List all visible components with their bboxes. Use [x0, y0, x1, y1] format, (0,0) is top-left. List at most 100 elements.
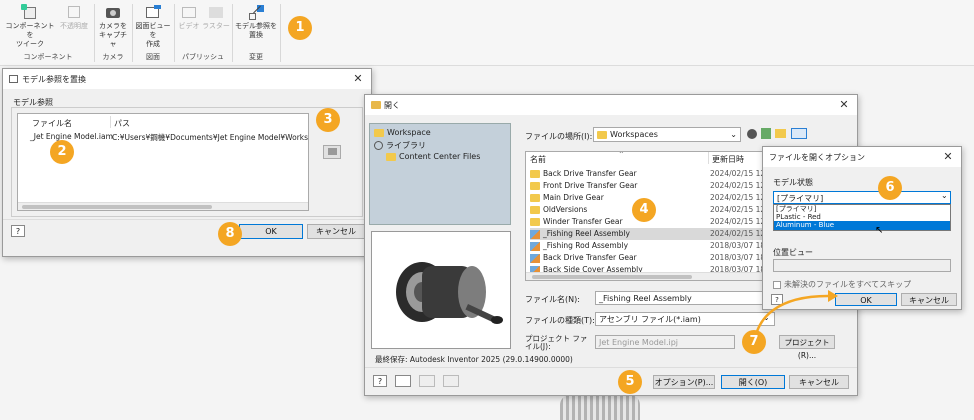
- location-value: Workspaces: [610, 130, 658, 139]
- list-item[interactable]: Back Drive Transfer Gear 2018/03/07 18:: [530, 252, 774, 264]
- cancel-button[interactable]: キャンセル: [307, 224, 365, 239]
- column-header-file[interactable]: ファイル名: [32, 118, 72, 129]
- file-date: 2024/02/15 12:: [710, 181, 768, 190]
- file-name: OldVersions: [543, 205, 588, 214]
- close-icon[interactable]: ✕: [941, 150, 955, 164]
- step-badge: 5: [618, 370, 642, 394]
- browse-button[interactable]: [323, 145, 341, 159]
- tool-icon[interactable]: [443, 375, 459, 387]
- opacity-icon: [65, 4, 83, 20]
- cancel-button[interactable]: キャンセル: [901, 293, 957, 306]
- tree-label: Content Center Files: [399, 152, 481, 161]
- close-icon[interactable]: ✕: [351, 72, 365, 86]
- cursor-icon: ↖: [875, 225, 884, 236]
- file-rows: Back Drive Transfer Gear 2024/02/15 12: F…: [530, 168, 774, 276]
- position-view-dropdown: [773, 259, 951, 272]
- divider: [280, 4, 281, 62]
- column-header-path[interactable]: パス: [114, 118, 130, 129]
- tree-item-content-center[interactable]: Content Center Files: [386, 152, 480, 161]
- back-icon[interactable]: [747, 129, 757, 139]
- help-icon[interactable]: ?: [11, 225, 25, 237]
- column-header-date[interactable]: 更新日時: [712, 154, 744, 165]
- step-badge: 8: [218, 222, 242, 246]
- location-label: ファイルの場所(I):: [525, 132, 593, 141]
- cancel-button[interactable]: キャンセル: [789, 375, 849, 389]
- open-button[interactable]: 開く(O): [721, 375, 785, 389]
- file-date: 2024/02/15 12:: [710, 205, 768, 214]
- file-name: _Fishing Rod Assembly: [543, 241, 629, 250]
- filetype-label: ファイルの種類(T):: [525, 316, 595, 325]
- reference-file-name[interactable]: _Jet Engine Model.iam: [30, 132, 113, 141]
- divider: [174, 4, 175, 62]
- option-plastic-red[interactable]: PLastic - Red: [774, 213, 950, 221]
- view-menu-icon[interactable]: [791, 128, 807, 139]
- file-name: Back Drive Transfer Gear: [543, 253, 637, 262]
- fishing-reel-preview: [396, 262, 503, 324]
- horizontal-scrollbar[interactable]: [526, 272, 774, 280]
- file-name: Back Drive Transfer Gear: [543, 169, 637, 178]
- folder-icon: [530, 218, 540, 226]
- step-badge: 4: [632, 198, 656, 222]
- dialog-title: モデル参照を置換: [22, 74, 86, 84]
- group-label: 変更: [249, 53, 263, 61]
- dialog-titlebar: 開く ✕: [365, 95, 857, 115]
- file-date: 2024/02/15 12:: [710, 217, 768, 226]
- horizontal-scrollbar[interactable]: [18, 202, 308, 210]
- list-item-selected[interactable]: _Fishing Reel Assembly 2024/02/15 12:: [530, 228, 774, 240]
- ribbon-label: 図面ビューを 作成: [135, 22, 171, 48]
- tool-icon[interactable]: [419, 375, 435, 387]
- dialog-titlebar: モデル参照を置換 ✕: [3, 69, 371, 89]
- assembly-icon: [530, 229, 540, 239]
- dialog-title: ファイルを開くオプション: [769, 152, 865, 162]
- folder-icon: [530, 206, 540, 214]
- column-header-name[interactable]: 名前: [530, 154, 546, 165]
- list-item[interactable]: _Fishing Rod Assembly 2018/03/07 18:: [530, 240, 774, 252]
- raster-button[interactable]: ラスター: [202, 4, 230, 31]
- find-icon[interactable]: [395, 375, 411, 387]
- close-icon[interactable]: ✕: [837, 98, 851, 112]
- folder-icon: [374, 128, 384, 137]
- file-date: 2024/02/15 12:: [710, 169, 768, 178]
- folder-icon: [386, 152, 396, 161]
- new-folder-icon[interactable]: [775, 129, 786, 138]
- drawing-view-icon: [144, 4, 162, 20]
- options-button[interactable]: オプション(P)...: [653, 375, 715, 389]
- capture-camera-button[interactable]: カメラを キャプチャ: [96, 4, 130, 49]
- replace-model-reference-button[interactable]: モデル参照を 置換: [234, 4, 278, 40]
- ok-button[interactable]: OK: [835, 293, 897, 306]
- option-primary[interactable]: [プライマリ]: [774, 205, 950, 213]
- video-button[interactable]: ビデオ: [176, 4, 202, 31]
- list-item[interactable]: Front Drive Transfer Gear 2024/02/15 12:: [530, 180, 774, 192]
- up-folder-icon[interactable]: [761, 128, 771, 139]
- tree-item-workspace[interactable]: Workspace: [374, 128, 431, 137]
- ok-button[interactable]: OK: [239, 224, 303, 239]
- folder-icon: [371, 101, 381, 109]
- opacity-button[interactable]: 不透明度: [56, 4, 92, 31]
- tree-label: Workspace: [387, 128, 431, 137]
- video-icon: [180, 4, 198, 20]
- file-date: 2024/02/15 12:: [710, 193, 768, 202]
- model-state-dropdown[interactable]: [プライマリ]: [773, 191, 951, 204]
- location-dropdown[interactable]: Workspaces ⌄: [593, 127, 741, 142]
- camera-icon: [104, 4, 122, 20]
- ribbon-label: カメラを キャプチャ: [99, 22, 127, 48]
- ribbon-label: ラスター: [202, 22, 230, 30]
- assembly-icon: [530, 241, 540, 251]
- ribbon: コンポーネントを ツイーク 不透明度 カメラを キャプチャ 図面ビューを 作成 …: [0, 0, 974, 66]
- tree-item-library[interactable]: ライブラリ: [374, 140, 426, 151]
- help-icon[interactable]: ?: [373, 375, 387, 387]
- file-name: Main Drive Gear: [543, 193, 604, 202]
- tweak-components-button[interactable]: コンポーネントを ツイーク: [4, 4, 56, 49]
- location-tree[interactable]: Workspace ライブラリ Content Center Files: [369, 123, 511, 225]
- option-aluminum-blue[interactable]: Aluminum - Blue: [774, 221, 950, 230]
- model-state-options[interactable]: [プライマリ] PLastic - Red Aluminum - Blue: [773, 204, 951, 231]
- divider: [110, 116, 111, 128]
- background-model: [560, 395, 640, 420]
- assembly-icon: [530, 253, 540, 263]
- step-badge: 6: [878, 176, 902, 200]
- list-item[interactable]: Back Drive Transfer Gear 2024/02/15 12:: [530, 168, 774, 180]
- dialog-titlebar: ファイルを開くオプション ✕: [763, 147, 961, 167]
- reference-path[interactable]: C:¥Users¥鋼機¥Documents¥Jet Engine Model¥W…: [112, 132, 308, 143]
- create-drawing-view-button[interactable]: 図面ビューを 作成: [134, 4, 172, 49]
- divider: [3, 219, 371, 220]
